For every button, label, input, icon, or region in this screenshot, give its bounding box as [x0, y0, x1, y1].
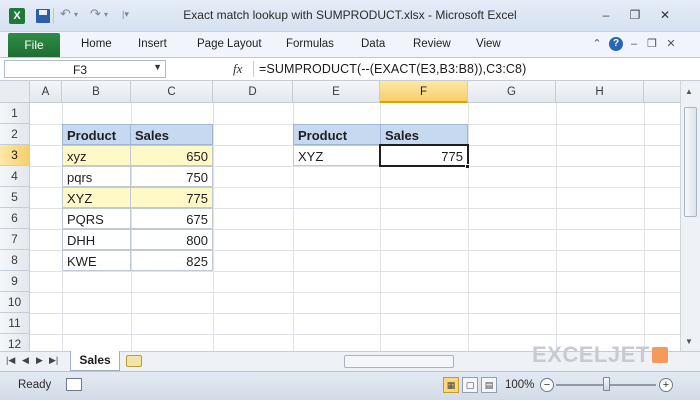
cell-b6[interactable]: PQRS — [62, 208, 131, 229]
column-header-f[interactable]: F — [380, 81, 468, 103]
spreadsheet-grid[interactable]: A B C D E F G H 1 2 3 4 5 6 7 8 9 10 11 … — [0, 81, 700, 351]
cell-c6[interactable]: 675 — [130, 208, 213, 229]
tab-page-layout[interactable]: Page Layout — [197, 32, 262, 57]
cell-b5[interactable]: XYZ — [62, 187, 131, 208]
gridline — [30, 334, 680, 335]
gridline — [30, 313, 680, 314]
next-sheet-icon[interactable]: ▶ — [36, 355, 43, 366]
horizontal-scroll-thumb[interactable] — [344, 355, 454, 368]
row-header-1[interactable]: 1 — [0, 103, 30, 124]
previous-sheet-icon[interactable]: ◀ — [22, 355, 29, 366]
cell-b4[interactable]: pqrs — [62, 166, 131, 187]
restore-button[interactable]: ❐ — [627, 8, 643, 22]
help-icon[interactable]: ? — [609, 37, 623, 51]
cell-c3[interactable]: 650 — [130, 145, 213, 166]
tab-view[interactable]: View — [476, 32, 501, 57]
row-header-8[interactable]: 8 — [0, 250, 30, 271]
title-bar: X ↶ ▾ ↷ ▾ |▾ Exact match lookup with SUM… — [0, 0, 700, 32]
zoom-slider-thumb[interactable] — [603, 377, 610, 391]
name-box-value: F3 — [72, 63, 87, 77]
row-header-6[interactable]: 6 — [0, 208, 30, 229]
sheet-tabs-bar: |◀ ◀ ▶ ▶| Sales EXCELJET — [0, 342, 700, 371]
tab-home[interactable]: Home — [81, 32, 112, 57]
column-header-e[interactable]: E — [293, 81, 380, 103]
page-break-view-icon[interactable]: ▤ — [481, 377, 497, 393]
scroll-down-icon[interactable]: ▼ — [685, 337, 693, 346]
row-header-12[interactable]: 12 — [0, 334, 30, 351]
tab-insert[interactable]: Insert — [138, 32, 167, 57]
brand-text: EXCELJET — [532, 342, 650, 367]
row-header-10[interactable]: 10 — [0, 292, 30, 313]
cell-c5[interactable]: 775 — [130, 187, 213, 208]
active-cell-border — [379, 144, 469, 167]
fill-handle[interactable] — [465, 164, 470, 169]
vertical-scroll-thumb[interactable] — [684, 107, 697, 217]
column-header-c[interactable]: C — [131, 81, 213, 103]
row-header-11[interactable]: 11 — [0, 313, 30, 334]
gridline — [30, 271, 680, 272]
page-layout-view-icon[interactable]: ▢ — [462, 377, 478, 393]
first-sheet-icon[interactable]: |◀ — [6, 355, 15, 366]
column-header-g[interactable]: G — [468, 81, 556, 103]
column-header-overflow — [644, 81, 684, 103]
status-bar: Ready ▦ ▢ ▤ 100% − + — [0, 371, 700, 400]
ribbon-tabs: File Home Insert Page Layout Formulas Da… — [0, 32, 700, 58]
insert-function-icon[interactable]: fx — [233, 61, 242, 77]
tab-formulas[interactable]: Formulas — [286, 32, 334, 57]
row-header-2[interactable]: 2 — [0, 124, 30, 145]
row-header-9[interactable]: 9 — [0, 271, 30, 292]
cell-c7[interactable]: 800 — [130, 229, 213, 250]
tab-file[interactable]: File — [8, 33, 60, 57]
workbook-restore-icon[interactable]: ❐ — [645, 37, 659, 51]
gridline — [30, 292, 680, 293]
row-header-7[interactable]: 7 — [0, 229, 30, 250]
minimize-button[interactable]: – — [598, 8, 614, 22]
minimize-ribbon-icon[interactable]: ⌃ — [590, 37, 604, 51]
column-header-d[interactable]: D — [213, 81, 293, 103]
formula-separator — [253, 61, 254, 77]
close-button[interactable]: ✕ — [657, 8, 673, 22]
cell-b8[interactable]: KWE — [62, 250, 131, 271]
formula-bar: F3 ▼ fx =SUMPRODUCT(--(EXACT(E3,B3:B8)),… — [0, 58, 700, 81]
tab-data[interactable]: Data — [361, 32, 385, 57]
vertical-scrollbar[interactable]: ▲ ▼ — [680, 81, 700, 351]
workbook-close-icon[interactable]: ✕ — [664, 37, 678, 51]
column-header-a[interactable]: A — [30, 81, 62, 103]
exceljet-logo: EXCELJET — [532, 342, 668, 368]
zoom-level[interactable]: 100% — [505, 379, 534, 391]
cell-b3[interactable]: xyz — [62, 145, 131, 166]
last-sheet-icon[interactable]: ▶| — [49, 355, 58, 366]
column-header-b[interactable]: B — [62, 81, 131, 103]
cell-b7[interactable]: DHH — [62, 229, 131, 250]
window-title: Exact match lookup with SUMPRODUCT.xlsx … — [183, 8, 517, 22]
name-box[interactable]: F3 ▼ — [4, 60, 166, 78]
status-text: Ready — [18, 379, 52, 391]
row-header-3[interactable]: 3 — [0, 145, 30, 166]
brand-mark-icon — [651, 347, 668, 363]
formula-input[interactable]: =SUMPRODUCT(--(EXACT(E3,B3:B8)),C3:C8) — [259, 62, 526, 76]
row-header-5[interactable]: 5 — [0, 187, 30, 208]
sheet-tab-sales[interactable]: Sales — [70, 351, 120, 371]
row-header-4[interactable]: 4 — [0, 166, 30, 187]
cell-c2-header[interactable]: Sales — [130, 124, 213, 145]
cell-c4[interactable]: 750 — [130, 166, 213, 187]
scroll-up-icon[interactable]: ▲ — [685, 87, 693, 96]
zoom-in-button[interactable]: + — [659, 378, 673, 392]
zoom-out-button[interactable]: − — [540, 378, 554, 392]
select-all-corner[interactable] — [0, 81, 30, 103]
column-header-h[interactable]: H — [556, 81, 644, 103]
name-box-dropdown-icon[interactable]: ▼ — [153, 62, 162, 72]
insert-sheet-icon[interactable] — [126, 355, 142, 367]
normal-view-icon[interactable]: ▦ — [443, 377, 459, 393]
workbook-minimize-icon[interactable]: – — [627, 37, 641, 51]
cell-e3[interactable]: XYZ — [293, 145, 381, 166]
cell-e2-header[interactable]: Product — [293, 124, 381, 145]
macro-record-icon[interactable] — [66, 378, 82, 391]
tab-review[interactable]: Review — [413, 32, 451, 57]
cell-f2-header[interactable]: Sales — [380, 124, 468, 145]
cell-b2-header[interactable]: Product — [62, 124, 131, 145]
cell-c8[interactable]: 825 — [130, 250, 213, 271]
